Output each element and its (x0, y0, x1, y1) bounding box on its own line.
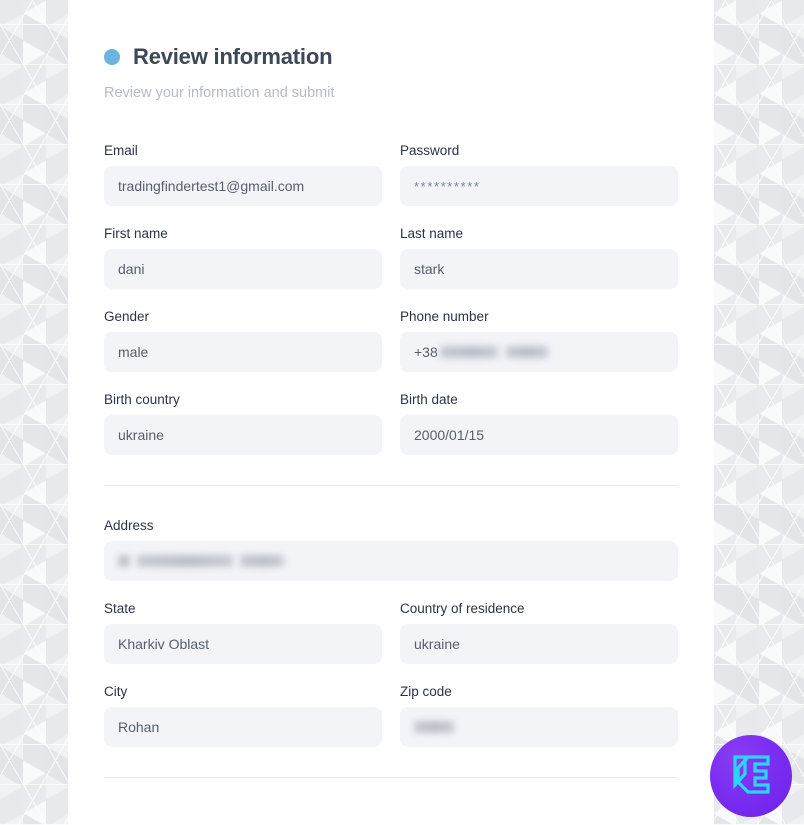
input-address[interactable] (104, 541, 678, 581)
address-redacted-part-1 (118, 555, 130, 567)
field-label-city: City (104, 684, 128, 699)
section-header: Review information (104, 0, 678, 70)
field-label-last-name: Last name (400, 226, 464, 241)
phone-redacted-part-2 (505, 346, 548, 358)
page-subtitle: Review your information and submit (104, 85, 335, 101)
field-label-birth-country: Birth country (104, 392, 180, 407)
field-address: Address (104, 518, 678, 601)
review-information-card: Review information Review your informati… (68, 0, 714, 825)
page-title: Review information (133, 44, 333, 69)
field-label-address: Address (104, 518, 154, 533)
chat-widget-button[interactable] (710, 735, 792, 817)
input-last-name[interactable]: stark (400, 249, 678, 289)
personal-details-group: Email tradingfindertest1@gmail.com Passw… (104, 143, 678, 475)
input-first-name[interactable]: dani (104, 249, 382, 289)
field-password: Password ********** (400, 143, 678, 226)
field-label-email: Email (104, 143, 138, 158)
input-birth-country[interactable]: ukraine (104, 415, 382, 455)
input-phone-number[interactable]: +38 (400, 332, 678, 372)
input-zip-code[interactable] (400, 707, 678, 747)
input-state[interactable]: Kharkiv Oblast (104, 624, 382, 664)
section-divider-2 (104, 777, 678, 778)
phone-redacted-part-1 (439, 346, 498, 358)
field-label-zip-code: Zip code (400, 684, 452, 699)
field-label-birth-date: Birth date (400, 392, 458, 407)
address-redacted-part-3 (240, 555, 284, 567)
field-gender: Gender male (104, 309, 382, 392)
zip-code-redacted (414, 721, 454, 733)
field-phone-number: Phone number +38 (400, 309, 678, 392)
field-label-country-of-residence: Country of residence (400, 601, 525, 616)
field-label-password: Password (400, 143, 460, 158)
input-birth-date[interactable]: 2000/01/15 (400, 415, 678, 455)
field-birth-country: Birth country ukraine (104, 392, 382, 475)
input-country-of-residence[interactable]: ukraine (400, 624, 678, 664)
address-redacted-part-2 (137, 555, 233, 567)
address-details-group: Address State Kharkiv Oblast Country of … (104, 518, 678, 767)
field-label-phone-number: Phone number (400, 309, 489, 324)
field-label-state: State (104, 601, 136, 616)
field-email: Email tradingfindertest1@gmail.com (104, 143, 382, 226)
input-gender[interactable]: male (104, 332, 382, 372)
field-country-of-residence: Country of residence ukraine (400, 601, 678, 684)
field-zip-code: Zip code (400, 684, 678, 767)
field-city: City Rohan (104, 684, 382, 767)
field-label-gender: Gender (104, 309, 150, 324)
field-first-name: First name dani (104, 226, 382, 309)
input-city[interactable]: Rohan (104, 707, 382, 747)
input-password[interactable]: ********** (400, 166, 678, 206)
step-bullet-icon (104, 49, 120, 65)
chat-widget-logo-icon (733, 755, 770, 794)
field-last-name: Last name stark (400, 226, 678, 309)
field-label-first-name: First name (104, 226, 168, 241)
input-email[interactable]: tradingfindertest1@gmail.com (104, 166, 382, 206)
field-state: State Kharkiv Oblast (104, 601, 382, 684)
phone-prefix: +38 (414, 344, 438, 360)
field-birth-date: Birth date 2000/01/15 (400, 392, 678, 475)
